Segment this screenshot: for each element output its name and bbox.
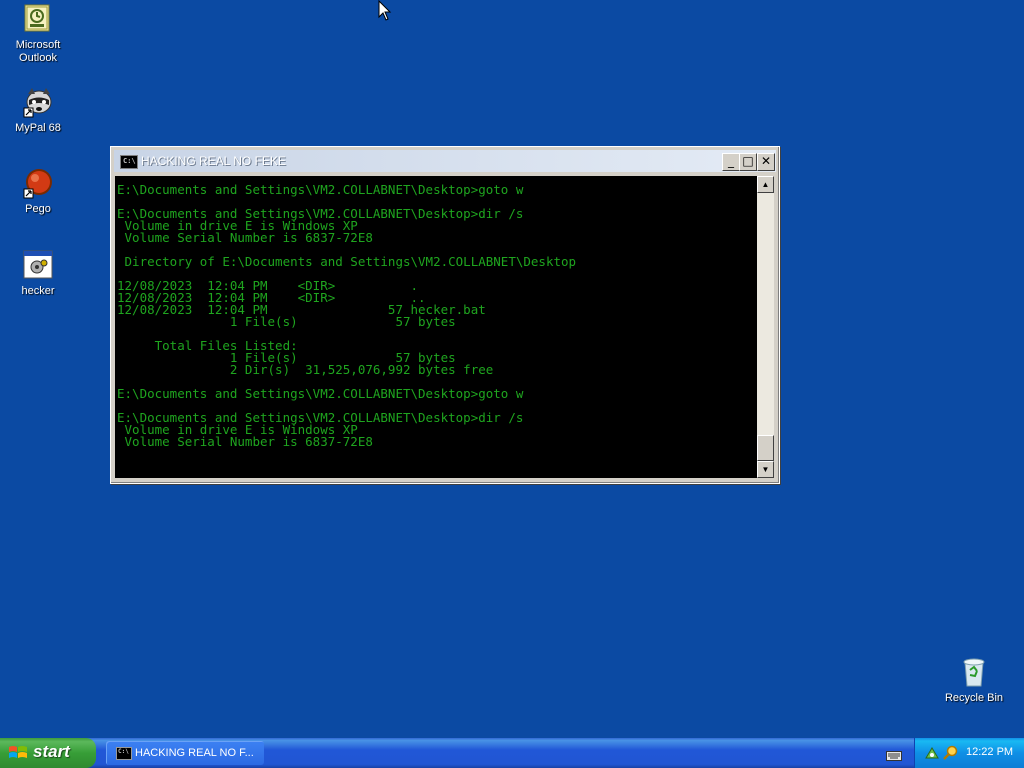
search-icon[interactable] [943,745,959,761]
command-prompt-icon-text: C:\ [123,157,136,165]
red-ball-icon [22,167,54,199]
desktop-icon-label: MyPal 68 [15,122,61,134]
scroll-down-button[interactable]: ▼ [757,461,774,478]
taskbar-item-label: HACKING REAL NO F... [135,747,254,759]
desktop-icon-label: Recycle Bin [944,692,1004,704]
mouse-cursor-icon [378,0,392,22]
desktop-icon-outlook[interactable]: Microsoft Outlook [0,3,76,65]
raccoon-icon [22,86,54,118]
close-button[interactable]: ✕ [757,153,775,171]
outlook-icon [22,3,54,35]
desktop-icon-recycle-bin[interactable]: Recycle Bin [936,656,1012,705]
system-tray: 12:22 PM [914,738,1024,768]
taskbar-item-console[interactable]: C:\ HACKING REAL NO F... [106,741,264,765]
batch-file-icon [22,249,54,281]
command-prompt-icon-text: C:\ [118,748,129,755]
command-prompt-icon: C:\ [116,747,132,760]
window-titlebar[interactable]: C:\ HACKING REAL NO FEKE _ □ ✕ [114,150,776,172]
recycle-bin-icon [958,656,990,688]
network-icon[interactable] [924,745,940,761]
start-label: start [33,742,70,761]
desktop-icon-hecker[interactable]: hecker [0,249,76,298]
scrollbar-thumb[interactable] [757,435,774,461]
window-title: HACKING REAL NO FEKE [141,154,286,168]
start-button[interactable]: start [0,738,96,768]
scroll-up-button[interactable]: ▲ [757,176,774,193]
windows-logo-icon [8,744,28,762]
desktop-icon-label: Pego [25,203,51,215]
system-clock[interactable]: 12:22 PM [966,746,1013,758]
vertical-scrollbar[interactable]: ▲ ▼ [757,176,774,478]
desktop-icon-pego[interactable]: Pego [0,167,76,216]
console-output-area[interactable]: E:\Documents and Settings\VM2.COLLABNET\… [115,176,757,478]
command-prompt-icon: C:\ [120,155,138,169]
console-window[interactable]: C:\ HACKING REAL NO FEKE _ □ ✕ E:\Docume… [110,146,780,484]
maximize-button[interactable]: □ [739,153,757,171]
keyboard-icon[interactable] [886,748,902,761]
minimize-button[interactable]: _ [722,153,740,171]
desktop-icon-label: Outlook [19,52,57,64]
desktop-icon-label: hecker [21,285,55,297]
desktop-icon-mypal[interactable]: MyPal 68 [0,86,76,135]
console-text: E:\Documents and Settings\VM2.COLLABNET\… [117,182,577,449]
desktop-icon-label: Microsoft [15,39,61,51]
taskbar: start C:\ HACKING REAL NO F... 12:22 PM [0,738,1024,768]
